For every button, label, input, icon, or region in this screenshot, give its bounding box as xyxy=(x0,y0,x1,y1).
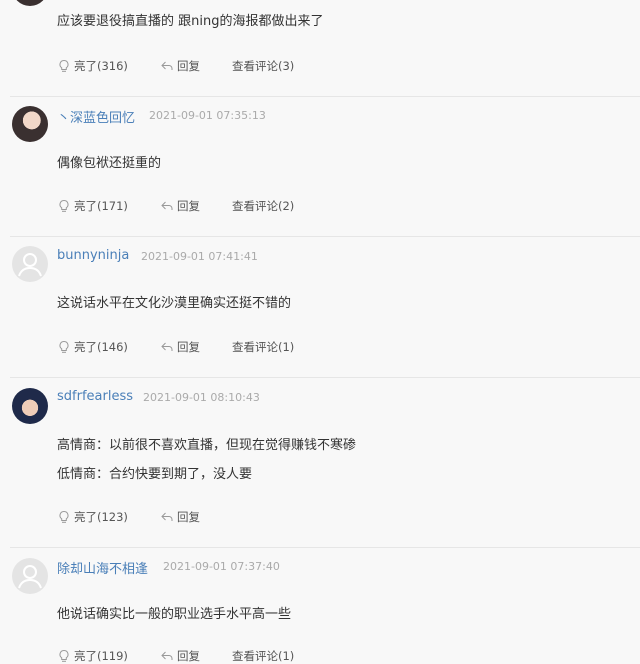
reply-arrow-icon xyxy=(161,61,173,70)
reply-button[interactable]: 回复 xyxy=(160,339,200,355)
reply-button[interactable]: 回复 xyxy=(160,509,200,525)
comment-item: bunnyninja 2021-09-01 07:41:41 这说话水平在文化沙… xyxy=(0,237,640,377)
reply-arrow-icon xyxy=(161,342,173,351)
avatar[interactable] xyxy=(12,388,48,424)
reply-button[interactable]: 回复 xyxy=(160,58,200,74)
like-button[interactable]: 亮了(316) xyxy=(57,58,128,74)
avatar[interactable] xyxy=(12,106,48,142)
username-link[interactable]: bunnyninja xyxy=(57,248,129,263)
like-button[interactable]: 亮了(119) xyxy=(57,648,128,664)
lightbulb-icon xyxy=(59,340,69,353)
comment-item: 丶深蓝色回忆 2021-09-01 07:35:13 偶像包袱还挺重的 亮了(1… xyxy=(0,97,640,236)
reply-label: 回复 xyxy=(177,649,200,663)
view-comments-label: 查看评论(3) xyxy=(232,59,295,73)
reply-button[interactable]: 回复 xyxy=(160,648,200,664)
comment-item: 应该要退役搞直播的 跟ning的海报都做出来了 亮了(316) 回复 查看评论(… xyxy=(0,0,640,96)
username-link[interactable]: 丶深蓝色回忆 xyxy=(57,107,135,126)
username-link[interactable]: sdfrfearless xyxy=(57,389,133,404)
avatar[interactable] xyxy=(12,0,48,6)
comment-item: 除却山海不相逢 2021-09-01 07:37:40 他说话确实比一般的职业选… xyxy=(0,548,640,663)
lightbulb-icon xyxy=(59,510,69,523)
timestamp: 2021-09-01 07:37:40 xyxy=(163,560,280,573)
reply-button[interactable]: 回复 xyxy=(160,198,200,214)
comment-item: sdfrfearless 2021-09-01 08:10:43 高情商：以前很… xyxy=(0,378,640,547)
view-comments-link[interactable]: 查看评论(2) xyxy=(232,198,294,214)
like-button[interactable]: 亮了(123) xyxy=(57,509,128,525)
timestamp: 2021-09-01 07:41:41 xyxy=(141,250,258,263)
reply-label: 回复 xyxy=(177,59,200,73)
like-button[interactable]: 亮了(171) xyxy=(57,198,128,214)
comment-text-line: 高情商：以前很不喜欢直播，但现在觉得赚钱不寒碜 xyxy=(57,438,357,453)
like-count-label: 亮了(146) xyxy=(74,340,128,354)
username-link[interactable]: 除却山海不相逢 xyxy=(57,558,148,577)
like-count-label: 亮了(316) xyxy=(74,59,128,73)
user-placeholder-icon xyxy=(18,565,42,589)
reply-arrow-icon xyxy=(161,512,173,521)
reply-label: 回复 xyxy=(177,510,200,524)
like-count-label: 亮了(171) xyxy=(74,199,128,213)
avatar[interactable] xyxy=(12,558,48,594)
view-comments-label: 查看评论(1) xyxy=(232,649,295,663)
avatar[interactable] xyxy=(12,246,48,282)
reply-arrow-icon xyxy=(161,651,173,660)
like-button[interactable]: 亮了(146) xyxy=(57,339,128,355)
view-comments-link[interactable]: 查看评论(3) xyxy=(232,58,294,74)
lightbulb-icon xyxy=(59,649,69,662)
comment-text: 偶像包袱还挺重的 xyxy=(57,156,162,171)
comment-text-line: 低情商：合约快要到期了，没人要 xyxy=(57,467,253,482)
timestamp: 2021-09-01 07:35:13 xyxy=(149,109,266,122)
like-count-label: 亮了(123) xyxy=(74,510,128,524)
view-comments-label: 查看评论(2) xyxy=(232,199,295,213)
view-comments-link[interactable]: 查看评论(1) xyxy=(232,648,294,664)
comment-text: 应该要退役搞直播的 跟ning的海报都做出来了 xyxy=(57,14,324,29)
lightbulb-icon xyxy=(59,59,69,72)
user-placeholder-icon xyxy=(18,253,42,277)
comment-text: 这说话水平在文化沙漠里确实还挺不错的 xyxy=(57,296,292,311)
view-comments-label: 查看评论(1) xyxy=(232,340,295,354)
reply-label: 回复 xyxy=(177,199,200,213)
lightbulb-icon xyxy=(59,199,69,212)
like-count-label: 亮了(119) xyxy=(74,649,128,663)
reply-label: 回复 xyxy=(177,340,200,354)
comment-text: 他说话确实比一般的职业选手水平高一些 xyxy=(57,607,292,622)
reply-arrow-icon xyxy=(161,201,173,210)
timestamp: 2021-09-01 08:10:43 xyxy=(143,391,260,404)
view-comments-link[interactable]: 查看评论(1) xyxy=(232,339,294,355)
